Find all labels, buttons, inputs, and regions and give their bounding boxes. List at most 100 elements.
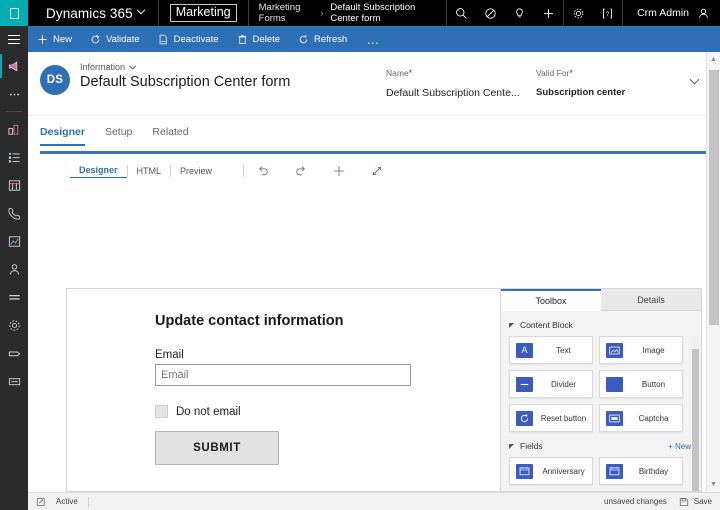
sidebar-item-pages[interactable]	[0, 367, 28, 395]
form-selector[interactable]: Information	[80, 62, 290, 72]
do-not-email-checkbox[interactable]	[155, 405, 168, 418]
scroll-down-arrow-icon[interactable]: ▼	[710, 481, 717, 488]
app-root: Dynamics 365 Marketing Marketing Forms ›…	[0, 0, 720, 510]
tab-related[interactable]: Related	[152, 126, 188, 146]
header-field-name-value: Default Subscription Cente...	[386, 87, 536, 99]
user-menu[interactable]: Crm Admin	[622, 0, 720, 26]
hamburger-icon[interactable]	[0, 26, 28, 52]
record-state: Active	[56, 497, 78, 506]
edit-icon	[36, 497, 46, 507]
toolbox-tile-button[interactable]: Button	[599, 370, 683, 398]
delete-button[interactable]: Delete	[228, 26, 289, 52]
sidebar-item-reports[interactable]	[0, 227, 28, 255]
chevron-down-icon[interactable]	[137, 6, 145, 14]
toolbox-scrollbar-thumb[interactable]	[692, 349, 699, 491]
tile-label: Image	[629, 346, 682, 355]
calendar-field-icon	[516, 464, 533, 479]
tab-designer[interactable]: Designer	[40, 126, 85, 146]
toolbox-tile-anniversary[interactable]: Anniversary	[509, 457, 593, 485]
section-header-fields[interactable]: Fields + New	[509, 441, 691, 451]
email-input[interactable]	[155, 364, 411, 386]
lightbulb-icon[interactable]	[505, 0, 534, 26]
designer-workspace: Update contact information Email Do not …	[66, 288, 702, 492]
app-name-marketing[interactable]: Marketing	[159, 0, 249, 26]
divider-block-icon	[516, 377, 533, 392]
new-button[interactable]: New	[28, 26, 81, 52]
help-icon[interactable]: ?	[593, 0, 622, 26]
toolbox-scrollbar[interactable]	[692, 337, 699, 487]
waffle-icon[interactable]	[0, 0, 28, 26]
new-field-button[interactable]: + New	[668, 442, 691, 451]
record-header: DS Information Default Subscription Cent…	[28, 52, 720, 116]
tab-setup[interactable]: Setup	[105, 126, 132, 146]
toolbox-tile-captcha[interactable]: Captcha	[599, 404, 683, 432]
sidebar-item-calls[interactable]	[0, 199, 28, 227]
user-name: Crm Admin	[637, 7, 689, 19]
tab-details[interactable]: Details	[601, 289, 701, 311]
form-canvas[interactable]: Update contact information Email Do not …	[66, 288, 500, 492]
person-icon	[697, 7, 710, 20]
tab-toolbox[interactable]: Toolbox	[501, 289, 601, 311]
save-icon	[679, 497, 689, 507]
record-tabs: Designer Setup Related	[28, 116, 720, 146]
sidebar-item-forms[interactable]	[0, 339, 28, 367]
text-block-icon: A	[516, 343, 533, 358]
refresh-button[interactable]: Refresh	[289, 26, 356, 52]
header-field-validfor-label: Valid For*	[536, 68, 686, 78]
breadcrumb-parent[interactable]: Marketing Forms	[259, 2, 314, 24]
header-field-name[interactable]: Name* Default Subscription Cente...	[386, 62, 536, 115]
view-tab-designer[interactable]: Designer	[70, 165, 127, 178]
triangle-collapse-icon	[509, 323, 514, 328]
form-heading: Update contact information	[155, 313, 500, 329]
section-header-content-block[interactable]: Content Block	[509, 320, 691, 330]
toolbox-tile-image[interactable]: Image	[599, 336, 683, 364]
toolbox-tabs: Toolbox Details	[501, 289, 701, 311]
section-title: Fields	[520, 441, 543, 451]
assistant-icon[interactable]	[476, 0, 505, 26]
sidebar-item-activities[interactable]	[0, 143, 28, 171]
sidebar-item-dashboards[interactable]	[0, 115, 28, 143]
sidebar-item-segments[interactable]	[0, 283, 28, 311]
brand-dynamics365[interactable]: Dynamics 365	[28, 0, 159, 26]
redo-icon[interactable]	[282, 164, 320, 178]
form-selector-label: Information	[80, 62, 125, 72]
toolbox-tile-birthday[interactable]: Birthday	[599, 457, 683, 485]
refresh-button-label: Refresh	[314, 34, 347, 45]
view-tab-preview[interactable]: Preview	[171, 166, 221, 176]
breadcrumb-separator: ›	[320, 8, 323, 18]
validate-button[interactable]: Validate	[81, 26, 149, 52]
sidebar-item-contacts[interactable]	[0, 255, 28, 283]
header-field-validfor-value: Subscription center	[536, 87, 686, 98]
do-not-email-checkbox-row[interactable]: Do not email	[155, 405, 500, 418]
toolbox-tile-text[interactable]: A Text	[509, 336, 593, 364]
unsaved-changes-label: unsaved changes	[604, 497, 667, 506]
sidebar-item-accounts[interactable]	[0, 171, 28, 199]
scroll-up-arrow-icon[interactable]: ▲	[710, 56, 717, 63]
submit-button[interactable]: SUBMIT	[155, 431, 279, 465]
sidebar-item-marketing[interactable]	[0, 52, 28, 80]
save-button[interactable]: Save	[679, 497, 712, 507]
overflow-menu-button[interactable]: …	[356, 26, 390, 52]
toolbox-tile-divider[interactable]: Divider	[509, 370, 593, 398]
deactivate-button[interactable]: Deactivate	[149, 26, 228, 52]
add-icon[interactable]	[320, 164, 358, 178]
chevron-down-icon[interactable]	[690, 75, 700, 85]
search-icon[interactable]	[447, 0, 476, 26]
page-scrollbar-thumb[interactable]	[709, 70, 719, 325]
field-label-text: Valid For	[536, 68, 569, 78]
page-scrollbar[interactable]: ▲ ▼	[706, 52, 720, 492]
expand-icon[interactable]	[358, 164, 396, 178]
add-icon[interactable]	[534, 0, 563, 26]
avatar: DS	[40, 65, 70, 95]
top-navigation-bar: Dynamics 365 Marketing Marketing Forms ›…	[0, 0, 720, 26]
header-field-validfor[interactable]: Valid For* Subscription center	[536, 62, 686, 115]
sidebar-item-settings[interactable]	[0, 311, 28, 339]
undo-icon[interactable]	[244, 164, 282, 178]
toolbox-tile-reset-button[interactable]: Reset button	[509, 404, 593, 432]
main-content-area: DS Information Default Subscription Cent…	[28, 52, 720, 492]
status-right: unsaved changes Save	[604, 497, 712, 507]
view-tab-html[interactable]: HTML	[128, 166, 171, 176]
fields-tile-grid: Anniversary Birthday City	[509, 457, 691, 491]
settings-gear-icon[interactable]	[564, 0, 593, 26]
sidebar-item-more[interactable]	[0, 80, 28, 108]
